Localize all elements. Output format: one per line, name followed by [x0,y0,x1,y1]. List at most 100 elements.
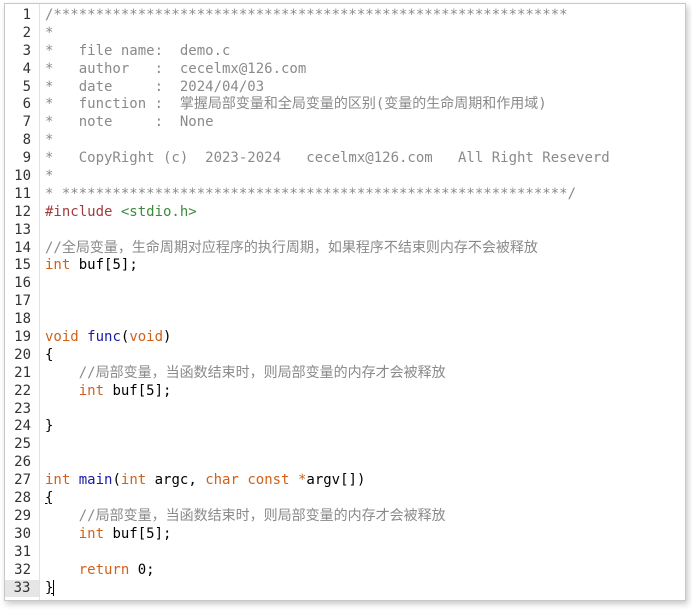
code-line[interactable]: 5 * date : 2024/04/03 [5,79,685,97]
code-token: int [45,472,71,489]
code-text: { [45,490,53,508]
code-token: buf[ [104,525,147,542]
code-line[interactable]: 3 * file name: demo.c [5,43,685,61]
code-token: int [45,257,71,274]
code-text: * [45,168,53,186]
code-line[interactable]: 31 [5,544,685,562]
code-token: * date : 2024/04/03 [45,78,265,95]
line-number: 1 [22,7,31,23]
line-number: 26 [14,454,31,471]
line-number: 15 [14,257,31,274]
code-token: //局部变量，当函数结束时，则局部变量的内存才会被释放 [78,364,446,381]
code-token: func [87,329,121,346]
code-line[interactable]: 14 //全局变量，生命周期对应程序的执行周期，如果程序不结束则内存不会被释放 [5,240,685,258]
code-token: * [45,168,54,185]
code-text: #include <stdio.h> [45,204,197,222]
code-token: void [45,329,79,346]
code-token: argc, [146,472,206,489]
code-token: * CopyRight (c) 2023-2024 cecelmx@126.co… [45,150,610,167]
line-number: 31 [14,543,31,560]
line-number: 4 [22,60,31,77]
code-token: ]; [154,382,172,399]
code-line[interactable]: 24} [5,418,685,436]
code-line[interactable]: 4 * author : cecelmx@126.com [5,61,685,79]
code-line[interactable]: 6 * function : 掌握局部变量和全局变量的区别(变量的生命周期和作用域… [5,96,685,114]
code-token: } [45,579,54,596]
code-token: buf[ [104,382,147,399]
code-text: void func(void) [45,329,171,347]
line-number: 6 [22,96,31,113]
code-text: * author : cecelmx@126.com [45,61,306,79]
code-token: int [78,525,105,542]
line-number: 24 [14,418,31,435]
code-token: 5 [146,382,155,399]
code-token: int [78,382,105,399]
code-line[interactable]: 25 [5,436,685,454]
code-token: <stdio.h> [120,203,197,220]
code-text: * [45,25,53,43]
code-line[interactable]: 15 int buf[5]; [5,257,685,275]
code-lines[interactable]: 1 /**************************************… [5,7,685,598]
code-line[interactable]: 8 * [5,132,685,150]
line-number: 30 [14,525,31,542]
line-number: 22 [14,382,31,399]
code-line[interactable]: 13 [5,222,685,240]
code-line[interactable]: 10 * [5,168,685,186]
code-editor-window: 1 /**************************************… [4,3,686,601]
line-number: 10 [14,168,31,185]
code-line[interactable]: 32 return 0; [5,562,685,580]
code-line[interactable]: 26 [5,454,685,472]
code-line[interactable]: 21 //局部变量，当函数结束时，则局部变量的内存才会被释放 [5,365,685,383]
code-token: ; [146,561,155,578]
code-text: /***************************************… [45,7,568,25]
code-token: //全局变量，生命周期对应程序的执行周期，如果程序不结束则内存不会被释放 [45,239,538,256]
code-token: 0 [137,561,147,578]
code-token: int [120,472,147,489]
code-text: * CopyRight (c) 2023-2024 cecelmx@126.co… [45,150,610,168]
code-text: int main(int argc, char const *argv[]) [45,472,365,490]
code-line[interactable]: 20 { [5,347,685,365]
code-line[interactable]: 7 * note : None [5,114,685,132]
code-text: { [45,347,53,365]
code-line[interactable]: 18 [5,311,685,329]
code-text: //全局变量，生命周期对应程序的执行周期，如果程序不结束则内存不会被释放 [45,240,538,258]
code-line[interactable]: 29 //局部变量，当函数结束时，则局部变量的内存才会被释放 [5,508,685,526]
code-line[interactable]: 19 void func(void) [5,329,685,347]
line-number: 14 [14,239,31,256]
code-token: * author : cecelmx@126.com [45,60,307,77]
code-line[interactable]: 28 { [5,490,685,508]
code-line[interactable]: 9 * CopyRight (c) 2023-2024 cecelmx@126.c… [5,150,685,168]
code-token: argv[]) [306,472,366,489]
code-line[interactable]: 30 int buf[5]; [5,526,685,544]
code-text: * date : 2024/04/03 [45,79,264,97]
line-number: 2 [22,24,31,41]
code-line[interactable]: 33} [5,579,685,598]
code-line[interactable]: 23 [5,401,685,419]
line-number: 12 [14,203,31,220]
code-line[interactable]: 11 * ************************************… [5,186,685,204]
code-token: ]; [154,525,172,542]
code-line[interactable]: 12 #include <stdio.h> [5,204,685,222]
code-token: /***************************************… [45,7,568,23]
code-line[interactable]: 17 [5,293,685,311]
code-token: ) [163,329,172,346]
code-line[interactable]: 1 /**************************************… [5,7,685,25]
code-text: int buf[5]; [45,257,138,275]
code-token: * [45,24,54,41]
line-number: 8 [22,132,31,149]
line-number: 13 [14,221,31,238]
code-text: * [45,132,53,150]
code-text: } [45,579,55,598]
code-line[interactable]: 2 * [5,25,685,43]
code-text: //局部变量，当函数结束时，则局部变量的内存才会被释放 [45,365,446,383]
code-line[interactable]: 22 int buf[5]; [5,383,685,401]
code-token: * note : None [45,114,214,131]
code-line[interactable]: 27 int main(int argc, char const *argv[]) [5,472,685,490]
code-token: * function : 掌握局部变量和全局变量的区别(变量的生命周期和作用域) [45,96,547,113]
code-line[interactable]: 16 [5,275,685,293]
code-token: { [45,346,54,363]
